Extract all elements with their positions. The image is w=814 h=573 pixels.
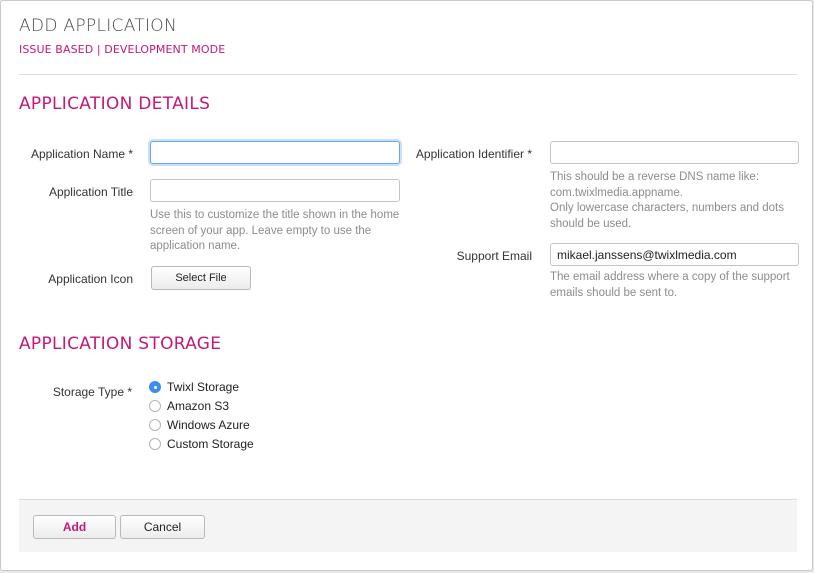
app-identifier-help-line: Only lowercase characters, numbers and d…: [550, 202, 784, 214]
radio-label: Windows Azure: [167, 418, 250, 432]
app-icon-label: Application Icon: [48, 272, 133, 286]
support-email-label: Support Email: [456, 249, 532, 263]
cancel-button[interactable]: Cancel: [120, 515, 205, 539]
app-title-help-line: application name.: [150, 240, 241, 252]
radio-label: Custom Storage: [167, 437, 254, 451]
radio-selected-icon[interactable]: [149, 381, 161, 393]
page-title: ADD APPLICATION: [19, 16, 178, 36]
app-title-input[interactable]: [150, 179, 400, 202]
support-email-help-line: emails should be sent to.: [550, 286, 678, 299]
support-email-input[interactable]: [550, 243, 799, 266]
radio-twixl-storage[interactable]: Twixl Storage: [149, 379, 239, 395]
app-title-help-line: Use this to customize the title shown in…: [150, 209, 400, 221]
form-footer: Add Cancel: [19, 499, 797, 552]
app-title-help-line: screen of your app. Leave empty to use t…: [150, 224, 372, 237]
app-title-label: Application Title: [48, 185, 133, 199]
app-identifier-input[interactable]: [550, 141, 799, 164]
radio-label: Twixl Storage: [167, 380, 240, 394]
app-identifier-help-line: com.twixlmedia.appname.: [550, 186, 683, 199]
app-name-label: Application Name *: [30, 147, 133, 161]
app-name-input[interactable]: [150, 141, 400, 164]
storage-type-label: Storage Type *: [52, 385, 132, 399]
add-button[interactable]: Add: [33, 515, 116, 539]
application-form-window: ADD APPLICATION ISSUE BASED | DEVELOPMEN…: [0, 0, 813, 571]
app-identifier-help-line: should be used.: [550, 217, 632, 230]
section-heading-storage: APPLICATION STORAGE: [19, 334, 222, 354]
radio-unselected-icon[interactable]: [149, 438, 161, 450]
section-heading-details: APPLICATION DETAILS: [19, 94, 211, 114]
radio-custom-storage[interactable]: Custom Storage: [149, 436, 254, 452]
app-title-help: Use this to customize the title shown in…: [150, 208, 410, 255]
page-subtitle: ISSUE BASED | DEVELOPMENT MODE: [19, 43, 226, 56]
header-divider: [19, 74, 797, 75]
select-file-button[interactable]: Select File: [151, 266, 251, 290]
app-identifier-help-line: This should be a reverse DNS name like:: [550, 171, 760, 183]
radio-unselected-icon[interactable]: [149, 419, 161, 431]
support-email-help-line: The email address where a copy of the su…: [550, 271, 790, 283]
app-identifier-help: This should be a reverse DNS name like: …: [550, 170, 805, 232]
app-identifier-label: Application Identifier *: [415, 147, 532, 161]
radio-label: Amazon S3: [167, 399, 230, 413]
support-email-help: The email address where a copy of the su…: [550, 270, 805, 301]
radio-windows-azure[interactable]: Windows Azure: [149, 417, 250, 433]
radio-amazon-s3[interactable]: Amazon S3: [149, 398, 229, 414]
radio-unselected-icon[interactable]: [149, 400, 161, 412]
